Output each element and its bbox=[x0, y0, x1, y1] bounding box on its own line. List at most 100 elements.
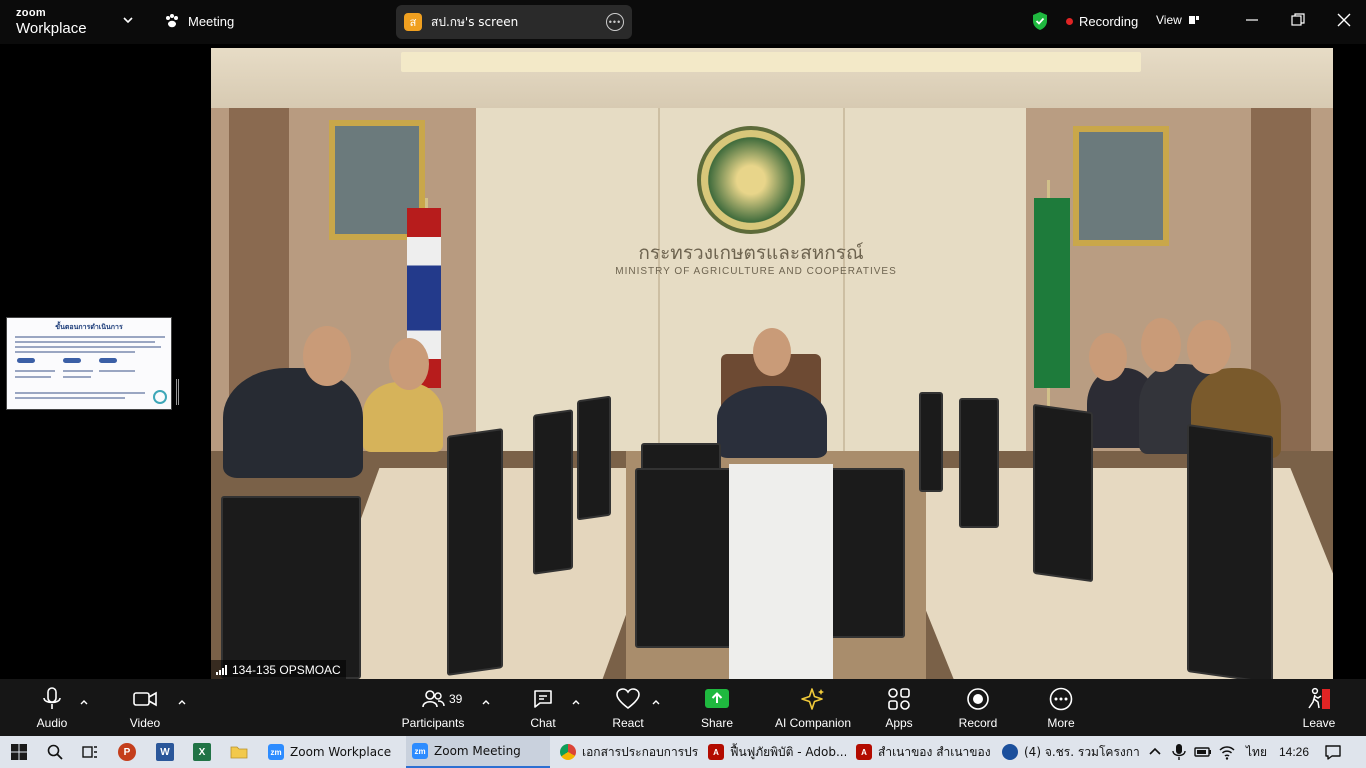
ai-companion-button[interactable]: AI Companion bbox=[770, 679, 856, 736]
record-button[interactable]: Record bbox=[957, 679, 999, 736]
word-icon[interactable]: W bbox=[156, 743, 174, 761]
taskbar-app-zoom-workplace[interactable]: zm Zoom Workplace bbox=[262, 736, 402, 768]
participants-button[interactable]: Participants bbox=[398, 679, 468, 736]
apps-icon bbox=[888, 688, 910, 710]
apps-label: Apps bbox=[885, 716, 913, 730]
slide-text-line bbox=[15, 397, 125, 399]
search-icon[interactable] bbox=[46, 743, 64, 761]
view-button[interactable]: View bbox=[1156, 13, 1200, 27]
wifi-icon[interactable] bbox=[1218, 743, 1236, 761]
presenter-person bbox=[717, 386, 827, 458]
participant-name-label: 134-135 OPSMOAC bbox=[211, 660, 346, 679]
task-view-icon[interactable] bbox=[81, 743, 99, 761]
chevron-up-icon[interactable] bbox=[177, 697, 187, 707]
slide-step-pill bbox=[99, 358, 117, 363]
share-label: Share bbox=[700, 716, 734, 730]
zoom-icon: zm bbox=[268, 744, 284, 760]
pdf-icon: A bbox=[856, 744, 872, 760]
react-label: React bbox=[612, 716, 644, 730]
chevron-up-icon[interactable] bbox=[79, 697, 89, 707]
participant-head bbox=[389, 338, 429, 390]
taskbar-app-label: เอกสารประกอบการประ... bbox=[582, 744, 698, 759]
ministry-sign-english: MINISTRY OF AGRICULTURE AND COOPERATIVES bbox=[615, 266, 897, 277]
taskbar-app-acrobat[interactable]: A ฟื้นฟูภัยพิบัติ - Adob... bbox=[702, 736, 846, 768]
shared-screen-thumbnail[interactable]: ขั้นตอนการดำเนินการ bbox=[6, 317, 172, 410]
input-language[interactable]: ไทย bbox=[1246, 736, 1267, 768]
chat-label: Chat bbox=[530, 716, 556, 730]
chevron-up-icon[interactable] bbox=[651, 697, 661, 707]
thumbnail-slide-title: ขั้นตอนการดำเนินการ bbox=[55, 323, 123, 331]
chevron-down-icon[interactable] bbox=[122, 14, 134, 26]
file-explorer-icon[interactable] bbox=[230, 743, 248, 761]
more-button[interactable]: More bbox=[1043, 679, 1079, 736]
browser-icon bbox=[1002, 744, 1018, 760]
participants-icon bbox=[422, 690, 445, 708]
taskbar-app-label: ฟื้นฟูภัยพิบัติ - Adob... bbox=[730, 744, 846, 759]
chevron-up-icon[interactable] bbox=[571, 697, 581, 707]
ceiling-light bbox=[401, 52, 1141, 72]
video-camera-icon bbox=[133, 691, 157, 707]
more-label: More bbox=[1047, 716, 1075, 730]
security-shield-icon[interactable] bbox=[1031, 11, 1049, 31]
slide-text-line bbox=[15, 376, 51, 378]
chat-button[interactable]: Chat bbox=[527, 679, 559, 736]
chrome-icon bbox=[560, 744, 576, 760]
slide-text-line bbox=[63, 370, 93, 372]
chevron-up-icon[interactable] bbox=[1146, 743, 1164, 761]
audio-button[interactable]: Audio bbox=[34, 679, 70, 736]
taskbar-app-pdf[interactable]: A สำเนาของ สำเนาของ สี... bbox=[850, 736, 994, 768]
leave-door-icon bbox=[1308, 687, 1330, 709]
taskbar-app-chrome[interactable]: เอกสารประกอบการประ... bbox=[554, 736, 698, 768]
chevron-up-icon[interactable] bbox=[481, 697, 491, 707]
participant-name: 134-135 OPSMOAC bbox=[232, 662, 341, 677]
notifications-icon[interactable] bbox=[1324, 743, 1342, 761]
participants-count: 39 bbox=[449, 692, 463, 706]
taskbar-clock[interactable]: 14:26 bbox=[1279, 745, 1309, 759]
windows-taskbar: P W X zm Zoom Workplace zm Zoom Meeting … bbox=[0, 736, 1366, 768]
main-video-feed[interactable]: กระทรวงเกษตรและสหกรณ์ MINISTRY OF AGRICU… bbox=[211, 48, 1333, 679]
slide-text-line bbox=[99, 370, 135, 372]
video-label: Video bbox=[129, 716, 161, 730]
close-icon[interactable] bbox=[1336, 12, 1352, 28]
signal-strength-icon bbox=[216, 664, 227, 675]
battery-icon[interactable] bbox=[1194, 743, 1212, 761]
ministry-flag bbox=[1034, 198, 1070, 388]
restore-icon[interactable] bbox=[1290, 12, 1306, 28]
taskbar-app-label: (4) จ.ชร. รวมโครงการ ... bbox=[1024, 744, 1140, 759]
view-label: View bbox=[1156, 13, 1182, 27]
meeting-menu[interactable]: Meeting bbox=[164, 13, 234, 29]
excel-icon[interactable]: X bbox=[193, 743, 211, 761]
meeting-menu-label: Meeting bbox=[188, 13, 235, 29]
slide-text-line bbox=[63, 376, 91, 378]
ceiling bbox=[211, 48, 1333, 108]
title-bar: zoom Workplace Meeting ส สป.กษ's screen … bbox=[0, 0, 1366, 44]
slide-logo-icon bbox=[153, 390, 167, 404]
screen-share-indicator[interactable]: ส สป.กษ's screen ••• bbox=[396, 5, 632, 39]
participant-head bbox=[303, 326, 351, 386]
zoom-workplace-logo[interactable]: zoom Workplace bbox=[16, 8, 87, 37]
thumbnail-resize-handle[interactable] bbox=[176, 379, 179, 405]
chat-bubble-icon bbox=[534, 690, 552, 708]
windows-start-icon[interactable] bbox=[10, 743, 28, 761]
leave-button[interactable]: Leave bbox=[1298, 679, 1340, 736]
microphone-tray-icon[interactable] bbox=[1170, 743, 1188, 761]
zoom-icon: zm bbox=[412, 743, 428, 759]
share-button[interactable]: Share bbox=[698, 679, 736, 736]
apps-button[interactable]: Apps bbox=[882, 679, 916, 736]
microphone-icon bbox=[43, 687, 61, 709]
more-options-icon[interactable]: ••• bbox=[606, 13, 624, 31]
recording-indicator[interactable]: Recording bbox=[1066, 14, 1138, 29]
react-button[interactable]: React bbox=[610, 679, 646, 736]
slide-step-pill bbox=[63, 358, 81, 363]
video-button[interactable]: Video bbox=[124, 679, 166, 736]
brand-bottom-text: Workplace bbox=[16, 20, 87, 37]
minimize-icon[interactable] bbox=[1244, 12, 1260, 28]
pdf-icon: A bbox=[708, 744, 724, 760]
taskbar-app-label: Zoom Workplace bbox=[290, 745, 392, 759]
participants-label: Participants bbox=[401, 716, 465, 730]
view-layout-icon bbox=[1188, 16, 1199, 24]
powerpoint-icon[interactable]: P bbox=[118, 743, 136, 761]
taskbar-app-zoom-meeting[interactable]: zm Zoom Meeting bbox=[406, 736, 550, 768]
desk-monitor bbox=[533, 409, 573, 575]
taskbar-app-browser[interactable]: (4) จ.ชร. รวมโครงการ ... bbox=[996, 736, 1140, 768]
